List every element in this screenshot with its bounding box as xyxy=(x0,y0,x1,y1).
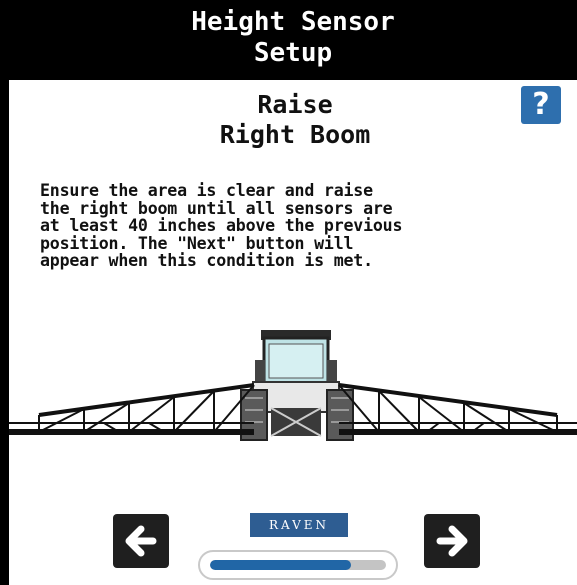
step-title-line2: Right Boom xyxy=(219,120,371,149)
arrow-left-icon xyxy=(125,525,157,557)
help-button[interactable]: ? xyxy=(521,86,561,124)
progress-track xyxy=(210,560,386,570)
sprayer-illustration xyxy=(9,330,577,441)
left-boom xyxy=(9,383,255,435)
raven-logo: RAVEN xyxy=(250,513,348,537)
back-button[interactable] xyxy=(113,514,169,568)
step-title-line1: Raise xyxy=(257,90,333,119)
progress-indicator xyxy=(198,550,398,580)
instruction-text: Ensure the area is clear and raise the r… xyxy=(40,181,403,270)
header-bar: Height Sensor Setup xyxy=(9,0,577,80)
right-boom xyxy=(338,383,577,435)
screen: Height Sensor Setup Raise Right Boom ? E… xyxy=(0,0,577,585)
sprayer-cab xyxy=(240,330,354,441)
next-button[interactable] xyxy=(424,514,480,568)
help-icon: ? xyxy=(532,87,550,122)
progress-fill xyxy=(210,560,351,570)
step-title: Raise Right Boom xyxy=(150,90,440,150)
header-title-line2: Setup xyxy=(253,38,333,68)
left-border xyxy=(0,0,9,585)
header-title-line1: Height Sensor xyxy=(191,7,395,37)
arrow-right-icon xyxy=(436,525,468,557)
